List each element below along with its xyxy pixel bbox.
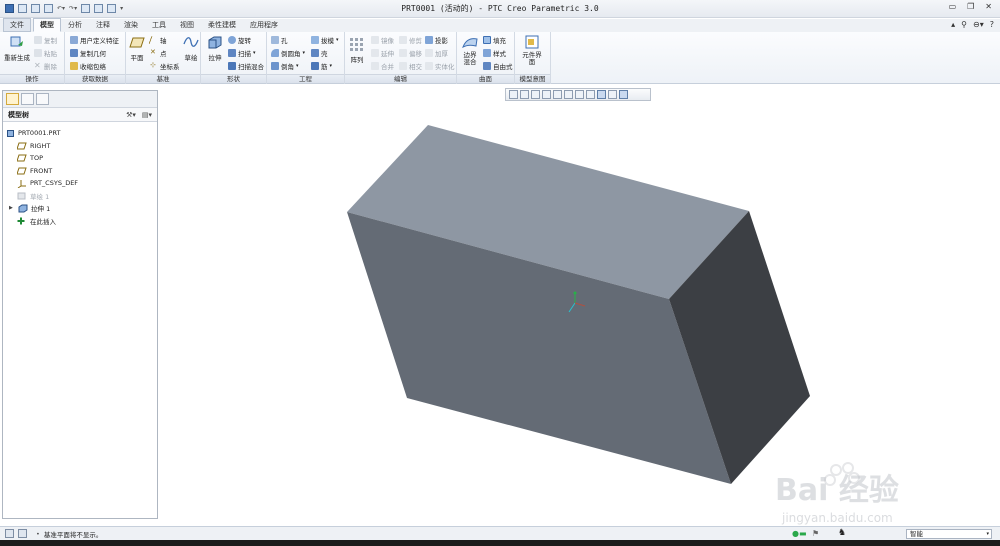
status-bar: • 基准平面将不显示。 ●▬ ⚑ ♞ 智能 ▾ <box>0 526 1000 540</box>
watermark-brand: Bai 经验 <box>775 473 899 508</box>
selection-filter[interactable]: 智能 ▾ <box>906 529 992 539</box>
status-message: 基准平面将不显示。 <box>43 530 103 539</box>
baidu-watermark: Bai 经验 jingyan.baidu.com <box>775 462 899 525</box>
navigator-toggle-icon[interactable] <box>5 529 14 538</box>
flag-icon[interactable]: ⚑ <box>812 529 819 538</box>
find-icon[interactable]: ♞ <box>838 528 846 538</box>
message-bullet-icon: • <box>36 529 40 538</box>
regen-status-icon: ●▬ <box>792 529 807 538</box>
browser-toggle-icon[interactable] <box>18 529 27 538</box>
watermark-url: jingyan.baidu.com <box>781 511 893 525</box>
taskbar <box>0 540 1000 546</box>
selection-filter-value: 智能 <box>910 530 923 538</box>
